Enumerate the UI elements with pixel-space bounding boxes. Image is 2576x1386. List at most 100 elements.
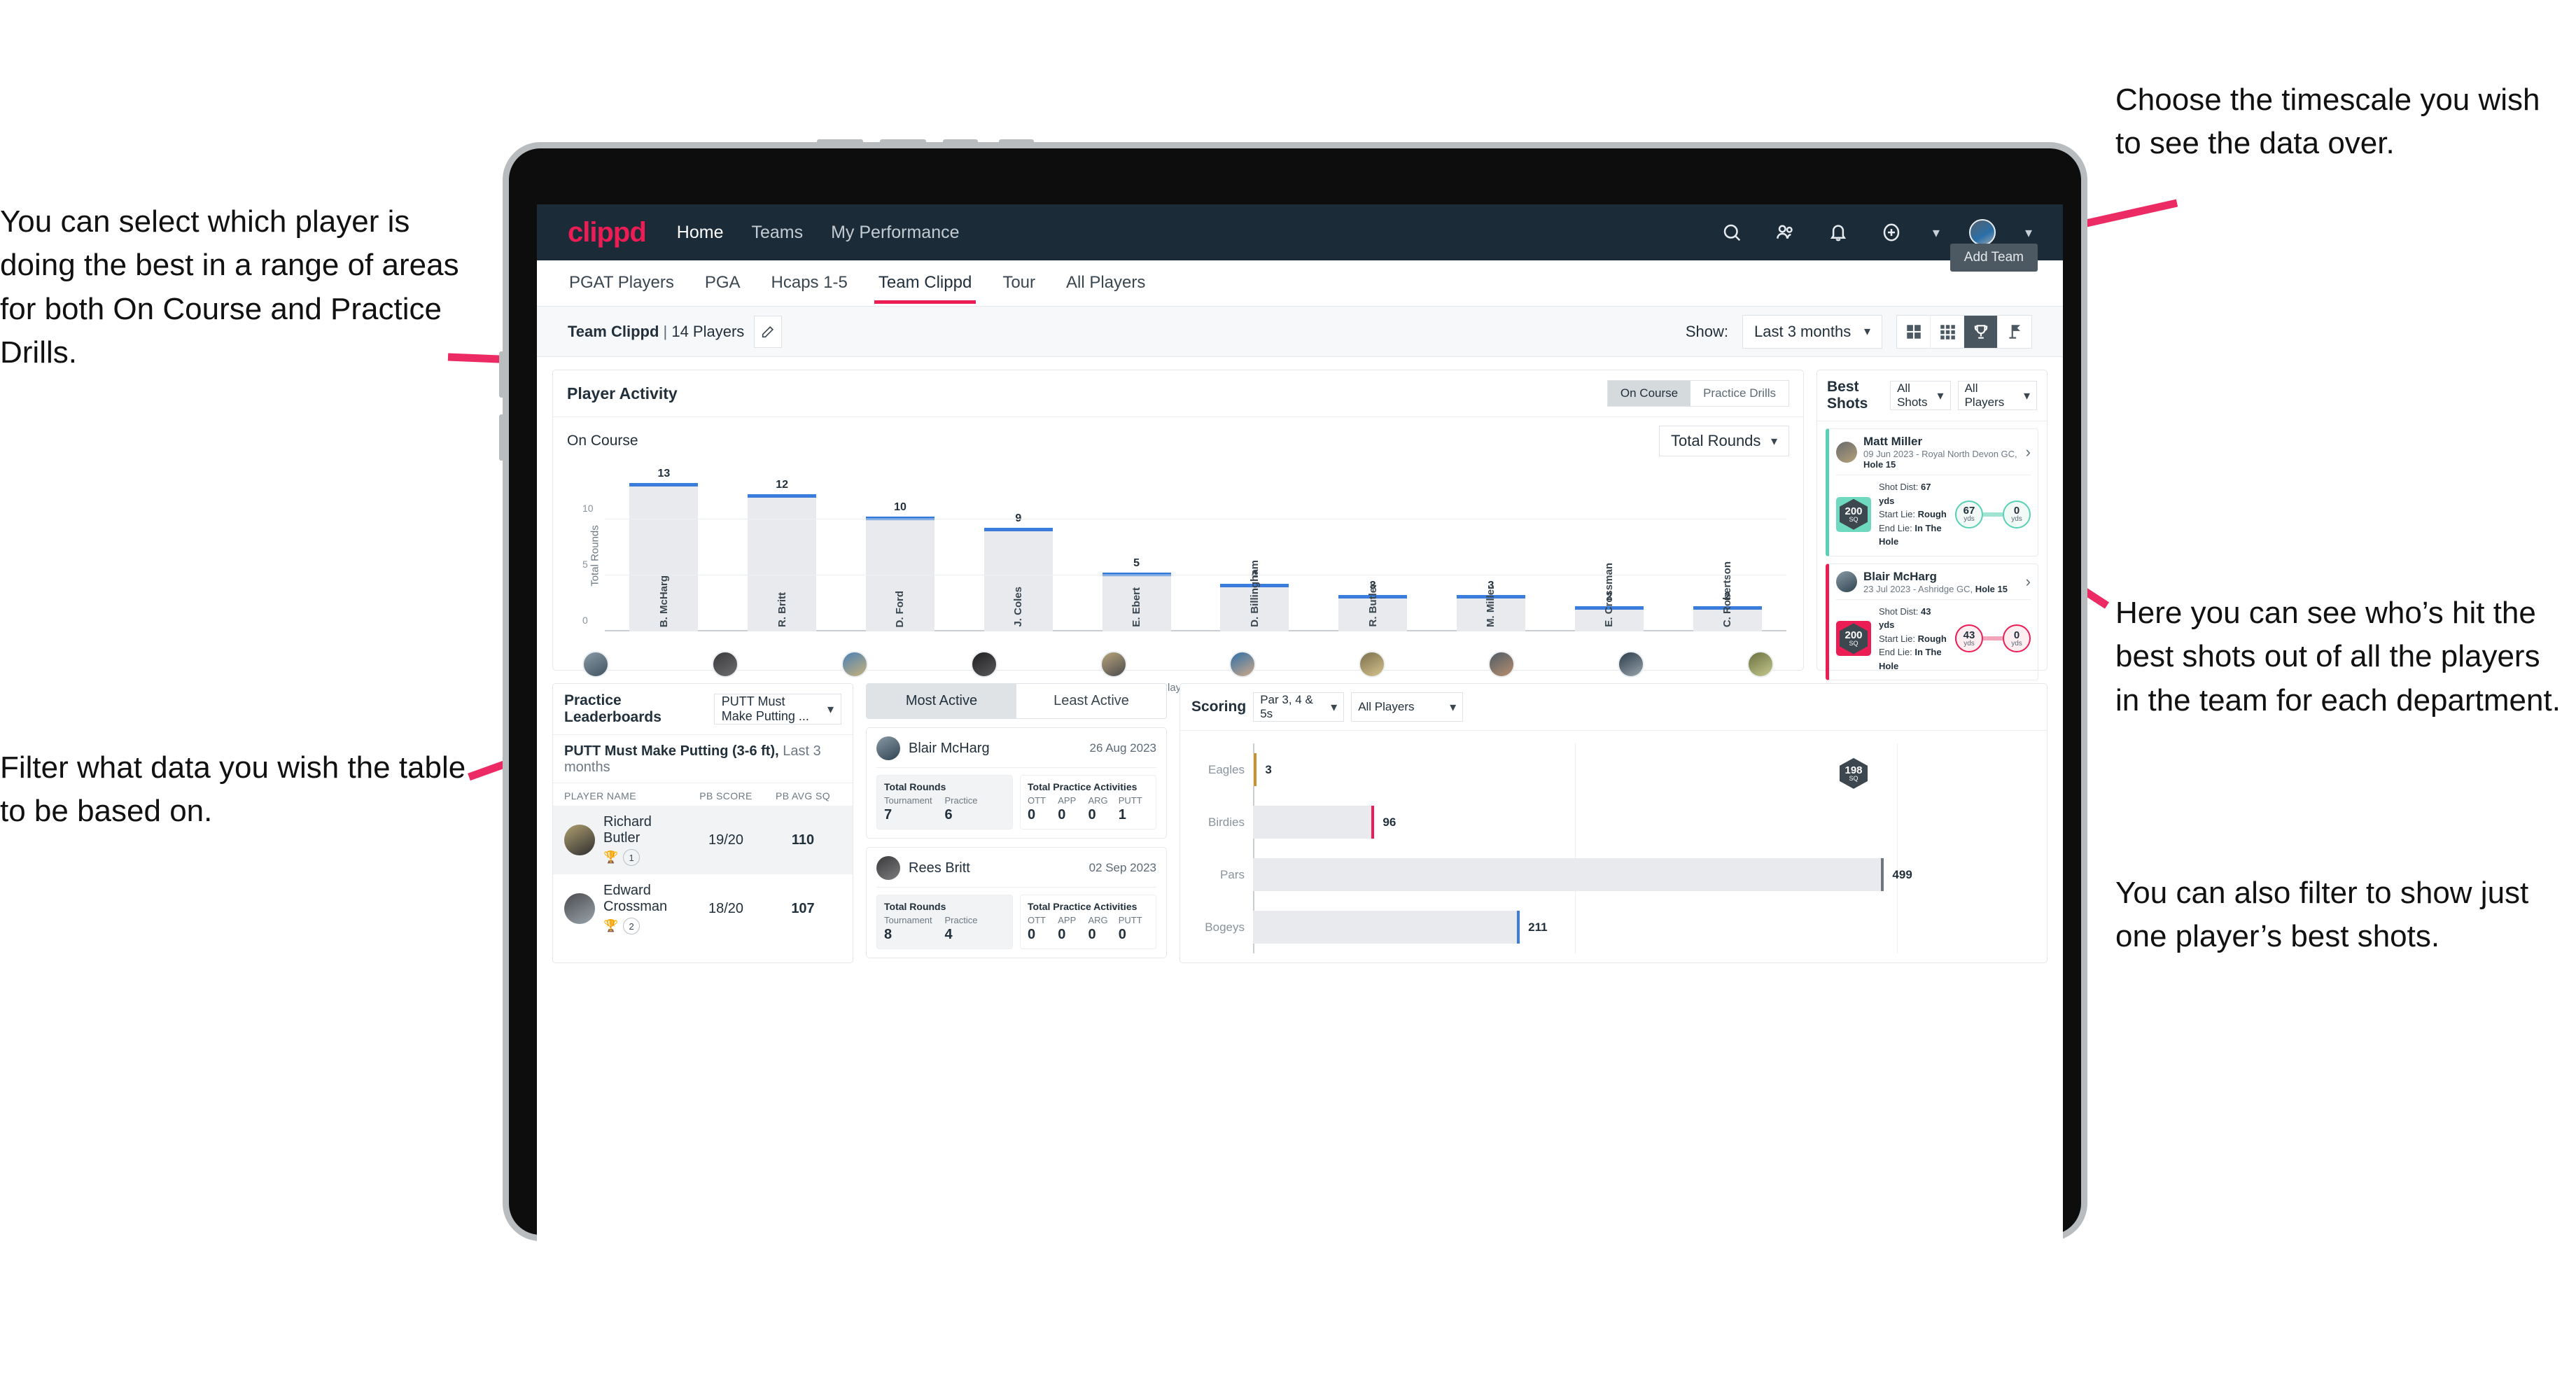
pb-avg-sq-value: 110	[791, 832, 815, 848]
drill-select[interactable]: PUTT Must Make Putting ... ▾	[713, 694, 841, 724]
scoring-player-filter-value: All Players	[1358, 700, 1415, 713]
search-icon[interactable]	[1720, 220, 1744, 244]
chart-bar-label: C. Robertson	[1721, 561, 1734, 627]
tab-pgat-players[interactable]: PGAT Players	[568, 263, 676, 304]
chart-bar-label: R. Britt	[776, 592, 788, 627]
chart-bar-group[interactable]: 2 E. Crossman	[1550, 475, 1668, 631]
player-avatar[interactable]	[1746, 651, 1774, 678]
scoring-bar	[1253, 753, 1257, 786]
tab-all-players[interactable]: All Players	[1065, 263, 1147, 304]
scoring-category-label: Birdies	[1208, 815, 1245, 829]
player-avatar[interactable]	[1229, 651, 1256, 678]
view-golf-flag-icon[interactable]	[1998, 316, 2031, 348]
best-shots-shot-filter[interactable]: All Shots ▾	[1890, 381, 1951, 410]
chart-bar-group[interactable]: 3 M. Miller	[1432, 475, 1550, 631]
leaderboard-player-name: Edward Crossman	[603, 883, 668, 914]
segment-on-course[interactable]: On Course	[1607, 381, 1691, 406]
bell-icon[interactable]	[1826, 220, 1850, 244]
scoring-par-filter[interactable]: Par 3, 4 & 5s ▾	[1253, 692, 1345, 722]
chart-bar-group[interactable]: 9J. Coles	[959, 475, 1077, 631]
player-avatar[interactable]	[582, 651, 609, 678]
leaderboard-rows: Richard Butler 🏆 1 19/20 110 Edward Crossman 🏆…	[553, 806, 853, 943]
player-avatar[interactable]	[1488, 651, 1516, 678]
chart-plot-area: 13B. McHarg 12 R. Britt 10D. Ford9J. Coles5…	[582, 468, 1786, 631]
col-player-name: PLAYER NAME	[564, 790, 636, 802]
chart-bar-group[interactable]: 12 R. Britt	[723, 475, 841, 631]
activity-player-name: Blair McHarg	[909, 740, 990, 756]
dist-to-value: 0	[2013, 629, 2020, 641]
avatar[interactable]	[1968, 219, 1996, 246]
practice-leaderboards-subtitle: PUTT Must Make Putting (3-6 ft), Last 3 …	[553, 735, 853, 783]
scoring-bar-row[interactable]: Birdies 96	[1190, 796, 2037, 848]
chart-bar-group[interactable]: 10 D. Ford	[841, 475, 960, 631]
best-shot-card[interactable]: Blair McHarg 23 Jul 2023 - Ashridge GC, H…	[1826, 563, 2038, 681]
view-grid-4-icon[interactable]	[1897, 315, 1931, 348]
player-avatar[interactable]	[841, 651, 868, 678]
clippd-logo[interactable]: clippd	[568, 217, 647, 248]
timescale-select[interactable]: Last 3 months ▾	[1742, 314, 1882, 349]
scoring-chart: Eagles 3 Birdies 96 Pars 499 Bogeys 211	[1190, 743, 2037, 953]
rank-badge: 1	[623, 849, 640, 866]
on-course-label: On Course	[567, 433, 638, 449]
segment-practice-drills[interactable]: Practice Drills	[1690, 381, 1788, 406]
practice-leaderboards-header: Practice Leaderboards PUTT Must Make Put…	[553, 684, 853, 735]
view-grid-9-icon[interactable]	[1931, 315, 1964, 348]
people-icon[interactable]	[1773, 220, 1797, 244]
annotation-filter-player: You can also filter to show just one pla…	[2115, 876, 2529, 954]
player-avatar[interactable]	[1618, 651, 1644, 678]
nav-link-home[interactable]: Home	[677, 223, 724, 243]
player-avatar[interactable]	[1359, 651, 1386, 678]
nav-link-teams[interactable]: Teams	[751, 223, 803, 243]
total-rounds-block: Total Rounds Tournament 8 Practice 4	[876, 895, 1013, 949]
scoring-player-filter[interactable]: All Players ▾	[1351, 692, 1464, 722]
tab-most-active[interactable]: Most Active	[867, 684, 1016, 718]
activity-card[interactable]: Blair McHarg 26 Aug 2023 Total Rounds Tourn…	[866, 727, 1167, 839]
tab-pga[interactable]: PGA	[704, 263, 742, 304]
total-rounds-title: Total Rounds	[884, 781, 946, 792]
tab-tour[interactable]: Tour	[1001, 263, 1037, 304]
chart-bar-group[interactable]: 2 C. Robertson	[1668, 475, 1786, 631]
chart-bars: 13B. McHarg 12 R. Britt 10D. Ford9J. Coles5…	[605, 468, 1786, 631]
scoring-bar-value: 96	[1382, 815, 1396, 829]
tab-least-active[interactable]: Least Active	[1016, 684, 1166, 718]
player-avatar[interactable]	[711, 651, 738, 678]
start-lie-label: Start Lie:	[1879, 633, 1918, 644]
chart-bar-value: 12	[776, 479, 789, 491]
team-name: Team Clippd	[568, 322, 659, 340]
scoring-bars: Eagles 3 Birdies 96 Pars 499 Bogeys 211	[1190, 743, 2037, 953]
best-shot-hole: Hole 15	[1975, 583, 2008, 594]
player-avatar[interactable]	[970, 651, 997, 678]
chevron-right-icon[interactable]: ›	[2026, 573, 2031, 591]
table-row[interactable]: Richard Butler 🏆 1 19/20 110	[553, 806, 853, 874]
best-shots-title: Best Shots	[1827, 379, 1868, 412]
player-avatar[interactable]	[1100, 651, 1127, 678]
plus-circle-icon[interactable]	[1879, 220, 1903, 244]
plus-chevron-down-icon[interactable]: ▾	[1933, 224, 1940, 241]
table-row[interactable]: Edward Crossman 🏆 2 18/20 107	[553, 874, 853, 943]
chart-bar-group[interactable]: 3 R. Butler	[1314, 475, 1432, 631]
tab-hcaps-1-5[interactable]: Hcaps 1-5	[770, 263, 849, 304]
chart-bar-value: 13	[657, 468, 671, 479]
scoring-bar-row[interactable]: Eagles 3	[1190, 743, 2037, 796]
chart-bar-group[interactable]: 13 B. McHarg	[605, 468, 723, 631]
metric-select[interactable]: Total Rounds ▾	[1659, 426, 1789, 456]
best-shots-header: Best Shots All Shots ▾ All Players ▾	[1817, 370, 2047, 421]
chart-bar-group[interactable]: 4D. Billingham	[1196, 475, 1314, 631]
scoring-bar-row[interactable]: Bogeys 211	[1190, 901, 2037, 953]
activity-card[interactable]: Rees Britt 02 Sep 2023 Total Rounds Tournam…	[866, 847, 1167, 958]
avatar-chevron-down-icon[interactable]: ▾	[2025, 224, 2032, 241]
best-shots-player-filter[interactable]: All Players ▾	[1957, 381, 2037, 410]
chart-bar-group[interactable]: 5 E. Ebert	[1077, 475, 1196, 631]
edit-team-pencil-icon[interactable]	[754, 315, 783, 348]
nav-link-my-performance[interactable]: My Performance	[831, 223, 959, 243]
tab-team-clippd[interactable]: Team Clippd	[874, 263, 976, 304]
scoring-bar-row[interactable]: Pars 499	[1190, 848, 2037, 901]
shot-quality-tile: 200 SQ	[1836, 621, 1871, 657]
practice-activities-title: Total Practice Activities	[1028, 781, 1138, 792]
view-trophy-icon[interactable]	[1964, 315, 1998, 348]
best-shot-card[interactable]: Matt Miller 09 Jun 2023 - Royal North Dev…	[1826, 428, 2038, 556]
chart-y-tick: 10	[582, 503, 594, 514]
practice-leaderboards-card: Practice Leaderboards PUTT Must Make Put…	[552, 683, 853, 963]
end-lie-label: End Lie:	[1879, 522, 1915, 533]
chevron-right-icon[interactable]: ›	[2026, 443, 2031, 461]
